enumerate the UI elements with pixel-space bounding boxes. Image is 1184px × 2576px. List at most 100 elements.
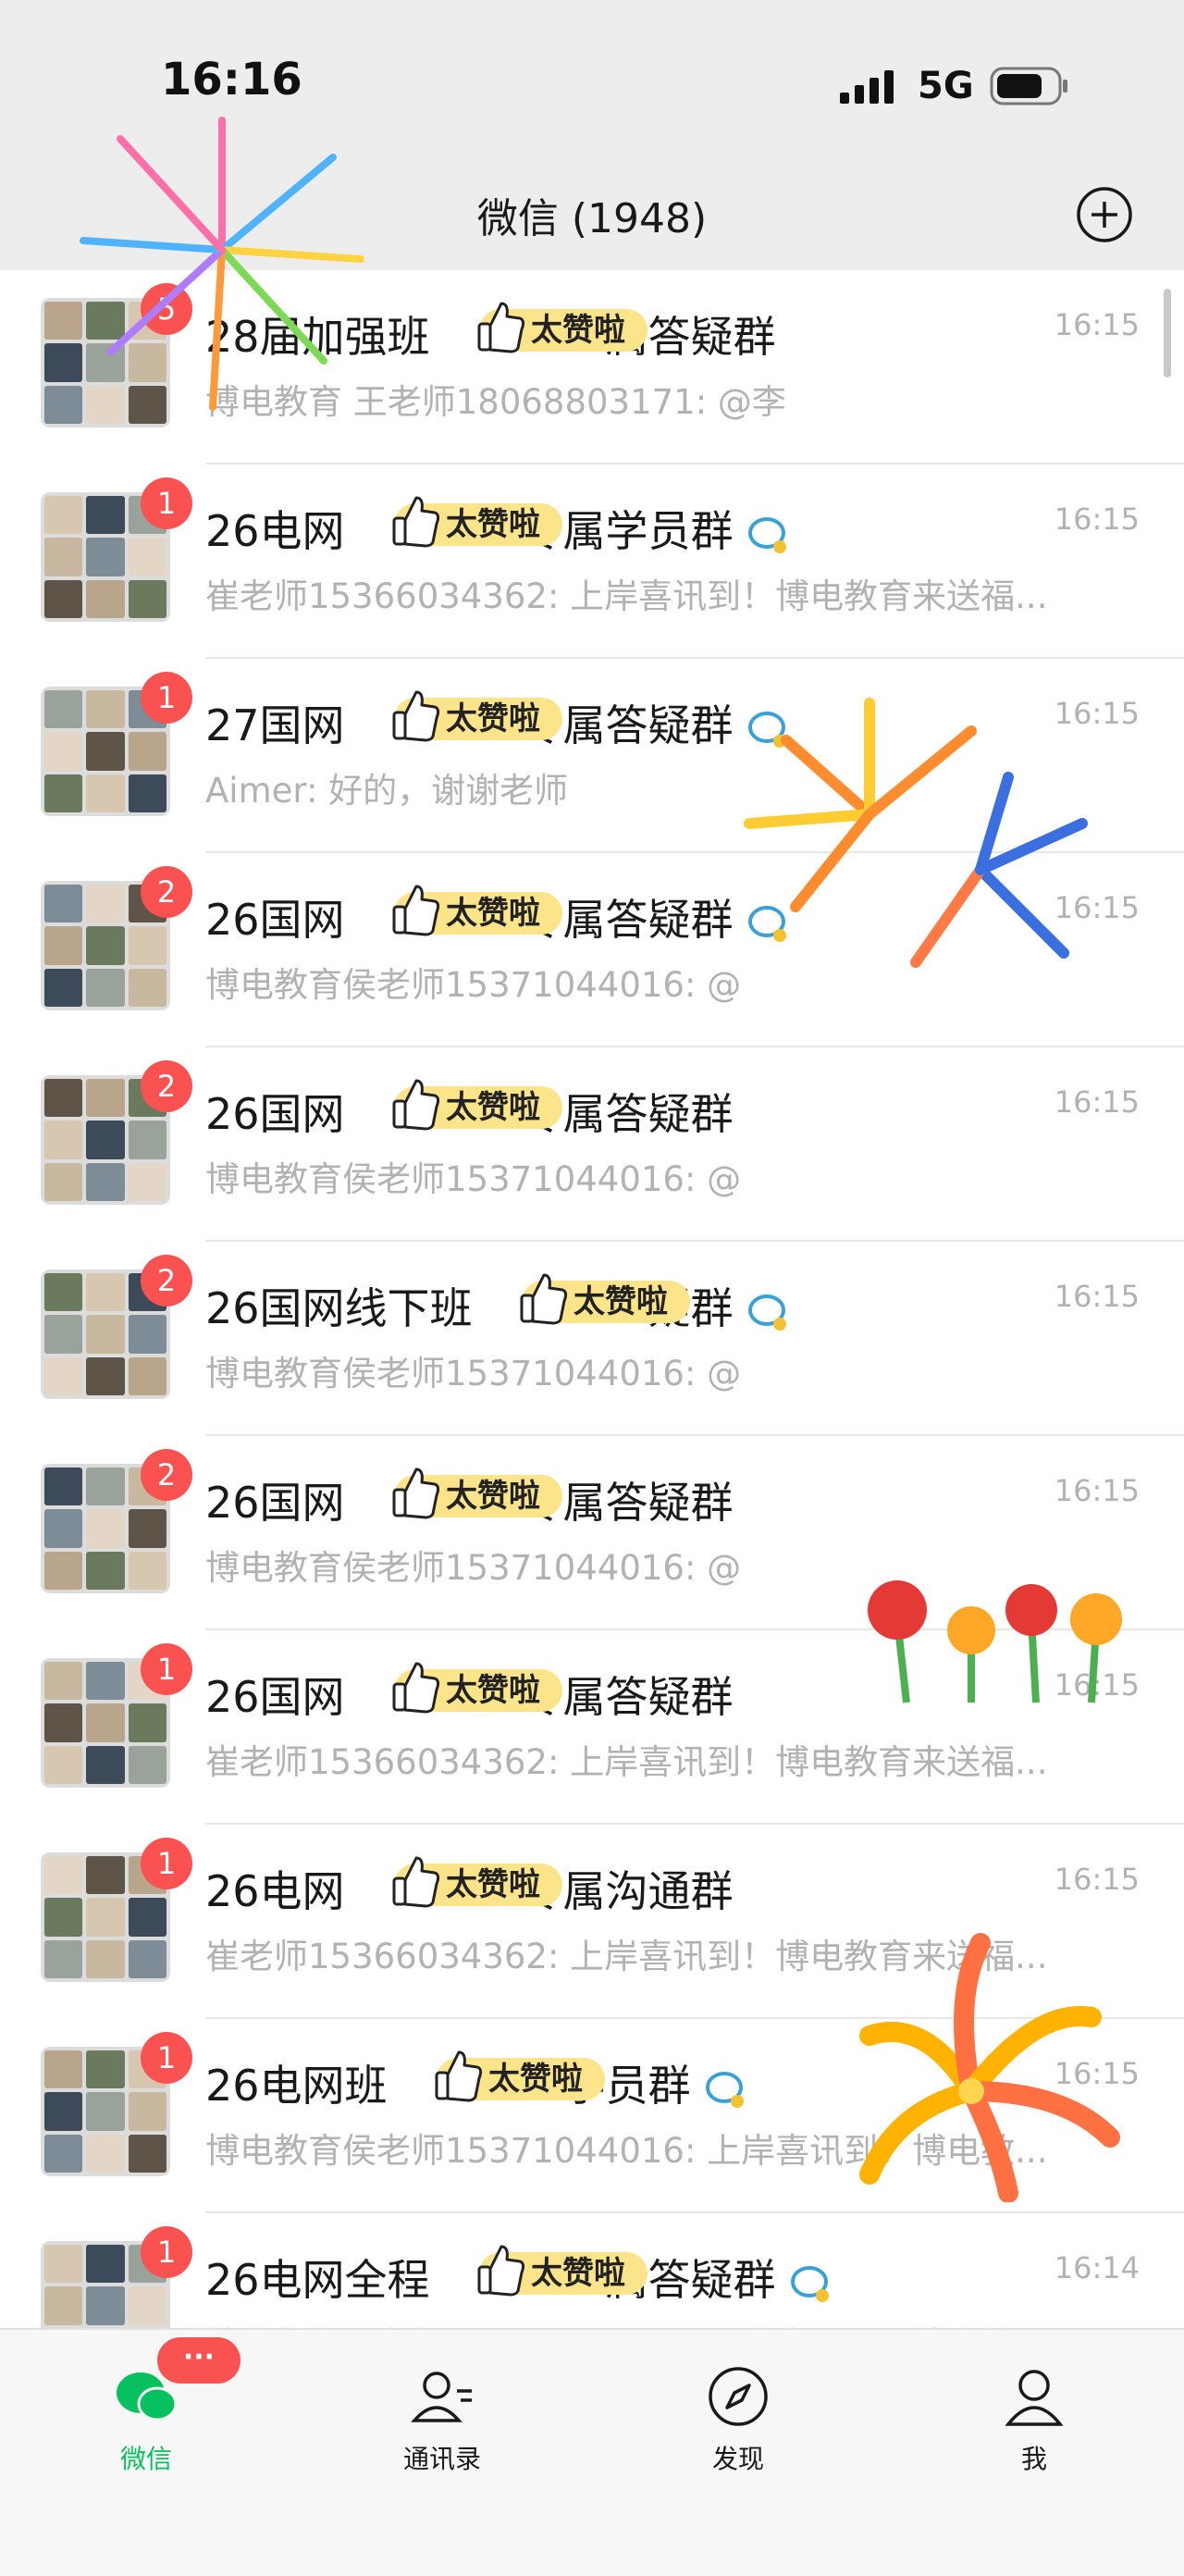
- unread-badge: 1: [141, 1838, 192, 1889]
- avatar-tile: [44, 496, 83, 535]
- avatar-tile: [128, 1939, 166, 1978]
- avatar-tile: [86, 1551, 125, 1590]
- avatar-tile: [44, 1509, 83, 1548]
- avatar-tile: [86, 343, 125, 382]
- chat-title-tail: 专属学员群: [520, 506, 734, 556]
- chat-row[interactable]: 2 26国网 专属答疑群 太赞啦 博电教育侯老师15371044016: @16:15: [0, 1436, 1184, 1630]
- chat-row[interactable]: 1 26电网 专属学员群 太赞啦 崔老师15366034362: 上岸喜讯到！博电教育来…: [0, 464, 1184, 659]
- compass-icon: [709, 2367, 768, 2426]
- avatar-tile: [86, 1509, 125, 1548]
- chat-title-head: 26电网: [205, 1866, 345, 1916]
- avatar-tile: [44, 1315, 83, 1354]
- avatar-tile: [44, 1468, 83, 1506]
- chat-row[interactable]: 5 28届加强班 属答疑群 太赞啦 博电教育 王老师18068803171: @李 16:…: [0, 270, 1184, 464]
- chat-title-head: 26电网全程: [205, 2255, 430, 2305]
- chat-title-tail: 专属沟通群: [520, 1866, 734, 1916]
- avatar-tile: [128, 1356, 166, 1395]
- chat-row[interactable]: 1 26电网 专属沟通群 太赞啦 崔老师15366034362: 上岸喜讯到！博电教育来…: [0, 1825, 1184, 2019]
- avatar-tile: [86, 1356, 125, 1395]
- chat-title-head: 27国网: [205, 700, 345, 750]
- chat-row[interactable]: 2 26国网线下班 疑群 太赞啦 博电教育侯老师15371044016: @16:15: [0, 1242, 1184, 1436]
- chat-title: 26国网 专属答疑群: [205, 886, 789, 947]
- chat-row[interactable]: 1 26电网班 学员群 太赞啦 博电教育侯老师15371044016: 上岸喜讯到！博电…: [0, 2019, 1184, 2213]
- avatar-tile: [86, 1662, 125, 1701]
- avatar-tile: [44, 1856, 83, 1895]
- chat-title: 26国网 专属答疑群: [205, 1469, 734, 1530]
- chat-title-head: 28届加强班: [205, 312, 430, 362]
- avatar-tile: [128, 343, 166, 382]
- unread-badge: 5: [141, 283, 192, 335]
- chat-preview: 崔老师15366034362: 上岸喜讯到！博电教育来送福...: [205, 576, 1048, 616]
- avatar-tile: [44, 2092, 83, 2131]
- cellular-signal-icon: [840, 70, 894, 104]
- avatar-tile: [44, 885, 83, 923]
- avatar-tile: [44, 302, 83, 341]
- chat-row[interactable]: 2 26国网 专属答疑群 太赞啦 博电教育侯老师15371044016: @16:15: [0, 1047, 1184, 1242]
- chat-title-tail: 专属答疑群: [520, 700, 734, 750]
- chat-title: 28届加强班 属答疑群: [205, 303, 776, 365]
- chat-row[interactable]: 2 26国网 专属答疑群 太赞啦 博电教育侯老师15371044016: @16:15: [0, 853, 1184, 1047]
- chat-row[interactable]: 1 26国网 专属答疑群 太赞啦 崔老师15366034362: 上岸喜讯到！博电教育来…: [0, 1630, 1184, 1825]
- chat-title: 26国网线下班 疑群: [205, 1275, 789, 1336]
- chat-time: 16:15: [1054, 2056, 1140, 2091]
- avatar-tile: [128, 774, 166, 812]
- chat-title-tail: 专属答疑群: [520, 1089, 734, 1139]
- chat-title: 26电网 专属学员群: [205, 498, 789, 559]
- chat-bubble-icon: [747, 711, 786, 748]
- chat-time: 16:15: [1054, 1279, 1140, 1314]
- chat-time: 16:15: [1054, 1084, 1140, 1120]
- unread-badge: 2: [141, 866, 192, 918]
- avatar-tile: [128, 1509, 166, 1548]
- scroll-indicator: [1164, 289, 1171, 378]
- tab-me[interactable]: 我: [960, 2363, 1108, 2476]
- avatar-tile: [86, 2245, 125, 2284]
- tab-contacts[interactable]: 通讯录: [368, 2363, 516, 2476]
- avatar-tile: [44, 2134, 83, 2173]
- chat-bubble-icon: [747, 1294, 786, 1331]
- person-icon: [1005, 2370, 1064, 2426]
- tab-discover[interactable]: 发现: [664, 2363, 812, 2476]
- chat-title: 26国网 专属答疑群: [205, 1081, 734, 1142]
- avatar-tile: [128, 1551, 166, 1590]
- unread-badge: 1: [141, 672, 192, 724]
- chat-title-tail: 专属答疑群: [520, 1672, 734, 1722]
- chat-row[interactable]: 1 27国网 专属答疑群 太赞啦 Aimer: 好的，谢谢老师 16:15: [0, 659, 1184, 853]
- avatar-tile: [44, 2245, 83, 2284]
- chat-time: 16:15: [1054, 1862, 1140, 1897]
- chat-preview: 博电教育侯老师15371044016: @: [205, 1354, 742, 1393]
- unread-badge: 2: [141, 1060, 192, 1112]
- avatar-tile: [128, 968, 166, 1007]
- chat-title-tail: 属答疑群: [605, 312, 776, 362]
- avatar-tile: [128, 1162, 166, 1201]
- avatar-tile: [86, 1703, 125, 1742]
- tab-label-discover: 发现: [711, 2444, 764, 2474]
- chat-row[interactable]: 126电网全程属答疑群太赞啦博电教育侯老师15371044016: 上岸喜讯到！…: [0, 2213, 1184, 2328]
- avatar-tile: [86, 2134, 125, 2173]
- avatar-tile: [86, 926, 125, 965]
- avatar-tile: [44, 1162, 83, 1201]
- chat-title-head: 26国网: [205, 895, 345, 945]
- avatar-tile: [128, 732, 166, 771]
- unread-badge: 2: [141, 1255, 192, 1307]
- chat-bubble-icon: [747, 516, 786, 553]
- chat-title: 27国网 专属答疑群: [205, 692, 789, 753]
- chat-title-head: 26国网线下班: [205, 1283, 473, 1333]
- chat-title-head: 26国网: [205, 1089, 345, 1139]
- chat-title: 26电网全程 属答疑群: [205, 2247, 832, 2308]
- avatar-tile: [86, 2092, 125, 2131]
- add-plus-icon[interactable]: [1075, 185, 1134, 244]
- avatar-tile: [86, 1162, 125, 1201]
- chat-list[interactable]: 5 28届加强班 属答疑群 太赞啦 博电教育 王老师18068803171: @李 16:…: [0, 270, 1184, 2328]
- chat-time: 16:15: [1054, 696, 1140, 731]
- avatar-tile: [44, 968, 83, 1007]
- avatar-tile: [44, 343, 83, 382]
- avatar-tile: [128, 2092, 166, 2131]
- unread-badge: 1: [141, 2032, 192, 2084]
- avatar-tile: [44, 1551, 83, 1590]
- avatar-tile: [86, 1898, 125, 1937]
- avatar-tile: [86, 1745, 125, 1784]
- avatar-tile: [86, 302, 125, 341]
- avatar-tile: [86, 1315, 125, 1354]
- chat-preview: 博电教育 王老师18068803171: @李: [205, 382, 786, 422]
- avatar-tile: [86, 496, 125, 535]
